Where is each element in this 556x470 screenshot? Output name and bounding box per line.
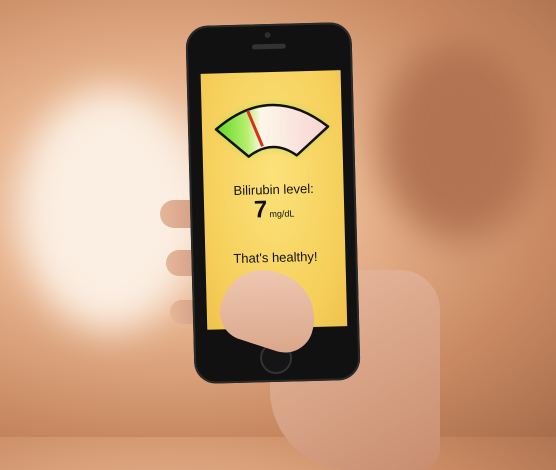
status-message: That's healthy!	[233, 248, 318, 267]
speaker	[251, 43, 286, 50]
bilirubin-gauge	[214, 103, 330, 158]
gauge-arc	[214, 103, 330, 158]
value-unit: mg/dL	[269, 208, 295, 220]
camera	[264, 32, 271, 39]
background-blur	[380, 40, 540, 240]
bilirubin-value: 7 mg/dL	[204, 194, 345, 226]
value-number: 7	[253, 196, 268, 224]
